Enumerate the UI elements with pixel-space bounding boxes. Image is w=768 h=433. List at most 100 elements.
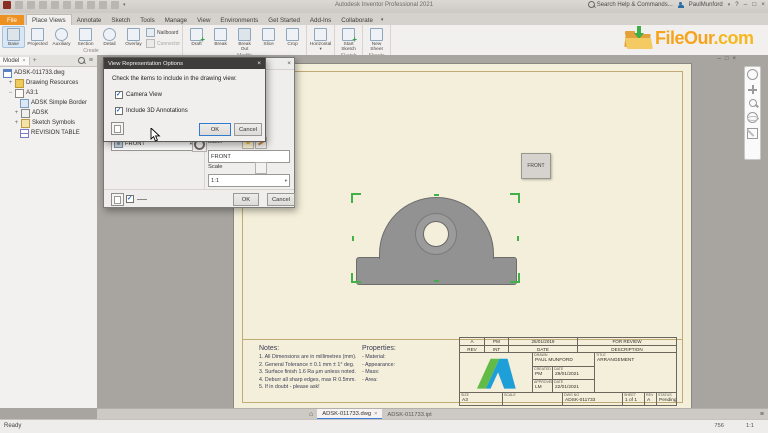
base-view-icon (7, 28, 20, 41)
tree-item-simple-border[interactable]: ADSK Simple Border (0, 98, 97, 108)
new-sheet-button[interactable]: New Sheet (365, 26, 388, 53)
tab-sketch[interactable]: Sketch (106, 15, 135, 25)
drawing-sheet[interactable]: FRONT Notes: 1. All Dimensions are in mi… (233, 63, 692, 410)
browser-tree: ADSK-011733.dwg +Drawing Resources −A3:1… (0, 68, 97, 138)
expander-icon[interactable]: + (14, 120, 19, 126)
base-view-button[interactable]: Base (2, 26, 25, 48)
auxiliary-view-button[interactable]: Auxiliary (50, 26, 73, 48)
scale-dropdown[interactable]: 1:1 ▾ (208, 174, 290, 187)
autodesk-logo (474, 356, 518, 390)
tree-item-sheet-a3[interactable]: −A3:1 (0, 88, 97, 98)
signed-in-user[interactable]: PaulMunford (689, 2, 723, 8)
doc-minimize-icon[interactable]: – (718, 56, 721, 62)
horizontal-dropdown-icon[interactable]: ▾ (319, 47, 321, 51)
label-input[interactable]: FRONT (208, 150, 290, 163)
dialog-close-icon[interactable]: × (257, 60, 265, 67)
minimize-button[interactable]: – (744, 1, 748, 8)
dwg-no-cell: DWG NOADSK-011733 (562, 392, 622, 405)
include-3d-annotations-checkbox[interactable]: ✓ Include 3D Annotations (115, 107, 188, 115)
tree-item-drawing-resources[interactable]: +Drawing Resources (0, 78, 97, 88)
dialog-help-button[interactable] (111, 122, 124, 135)
doc-tab-close-icon[interactable]: × (374, 411, 377, 417)
user-menu-chevron-icon[interactable]: ▾ (728, 2, 731, 8)
property-line: - Mass: (362, 369, 396, 377)
view-selection-box[interactable] (353, 195, 518, 281)
tree-item-sketch-symbols[interactable]: +Sketch Symbols (0, 118, 97, 128)
nailboard-button[interactable]: Nailboard (146, 28, 180, 37)
slice-button[interactable]: Slice (257, 26, 280, 48)
view-rep-dialog-titlebar[interactable]: View Representation Options × (104, 58, 265, 69)
nailboard-icon (146, 28, 155, 37)
approved-by-cell: APPROVEDLM (532, 379, 552, 392)
horizontal-button[interactable]: Horizontal▾ (309, 26, 332, 52)
doc-restore-icon[interactable]: □ (725, 56, 729, 62)
revision-table-icon (20, 129, 29, 138)
raster-view-checkbox[interactable]: ✓ (126, 195, 134, 203)
break-out-button[interactable]: Break Out (233, 26, 256, 53)
drawing-view-ok-button[interactable]: OK (233, 193, 259, 206)
scale-toggle-button[interactable] (255, 162, 267, 174)
drawing-view-cancel-button[interactable]: Cancel (267, 193, 295, 206)
ok-button[interactable]: OK (199, 123, 231, 136)
browser-search-icon[interactable] (78, 57, 85, 64)
tab-view[interactable]: View (192, 15, 215, 25)
tab-add-ins[interactable]: Add-Ins (305, 15, 336, 25)
close-button[interactable]: × (761, 1, 765, 8)
tree-item-drawing-file[interactable]: ADSK-011733.dwg (0, 68, 97, 78)
tab-annotate[interactable]: Annotate (72, 15, 107, 25)
ribbon-options-chevron-icon[interactable]: ▾ (378, 15, 387, 25)
title-bar: ▾ Autodesk Inventor Professional 2021 Se… (0, 0, 768, 14)
tree-item-adsk[interactable]: +ADSK (0, 108, 97, 118)
look-at-icon[interactable] (747, 128, 758, 139)
break-button[interactable]: Break (209, 26, 232, 48)
tab-get-started[interactable]: Get Started (263, 15, 305, 25)
dialog-title: View Representation Options (104, 61, 183, 67)
drawn-cell: DRAWNPAUL MUNFORD (532, 352, 594, 366)
projected-view-button[interactable]: Projected (26, 26, 49, 48)
drawing-view-help-button[interactable] (111, 193, 124, 206)
browser-tab-model[interactable]: Model× (0, 57, 30, 65)
browser-header: Model× + ≡ (0, 55, 97, 67)
expander-icon[interactable]: + (14, 110, 19, 116)
tab-environments[interactable]: Environments (215, 15, 263, 25)
expander-icon[interactable]: − (8, 90, 13, 96)
ribbon-group-label-create[interactable]: Create (2, 48, 180, 55)
dialog-message: Check the items to include in the drawin… (112, 76, 237, 82)
folder-icon (15, 79, 24, 88)
expander-icon[interactable]: + (8, 80, 13, 86)
overlay-view-button[interactable]: Overlay (122, 26, 145, 48)
help-menu[interactable]: ? (735, 2, 738, 8)
status-ready-text: Ready (4, 423, 21, 429)
orbit-icon[interactable] (747, 112, 758, 123)
navigation-wheel-icon[interactable] (747, 69, 758, 80)
dwg-file-icon (3, 69, 12, 78)
document-window-controls: – □ × (718, 56, 736, 62)
help-search[interactable]: Search Help & Commands... (588, 1, 673, 8)
tab-manage[interactable]: Manage (160, 15, 192, 25)
tab-collaborate[interactable]: Collaborate (336, 15, 378, 25)
pan-icon[interactable] (748, 85, 757, 94)
maximize-button[interactable]: □ (752, 1, 756, 8)
start-sketch-button[interactable]: Start Sketch (337, 26, 360, 53)
browser-tab-close-icon[interactable]: × (22, 58, 25, 64)
zoom-icon[interactable] (749, 99, 757, 107)
crop-button[interactable]: Crop (281, 26, 304, 48)
created-by-cell: CREATEDPM (532, 366, 552, 379)
tab-tools[interactable]: Tools (135, 15, 159, 25)
tab-file[interactable]: File (0, 15, 24, 25)
cancel-button[interactable]: Cancel (234, 123, 262, 136)
browser-add-tab-icon[interactable]: + (30, 57, 40, 64)
properties-block: Properties: - Material: - Appearance: - … (362, 345, 396, 384)
status-bar: Ready 756 1:1 (0, 419, 768, 433)
ribbon-group-create: Base Projected Auxiliary Section Detail … (0, 25, 183, 55)
section-view-button[interactable]: Section (74, 26, 97, 48)
camera-view-checkbox[interactable]: ✓ Camera View (115, 91, 162, 99)
tab-place-views[interactable]: Place Views (26, 14, 72, 25)
draft-button[interactable]: Draft (185, 26, 208, 48)
detail-view-button[interactable]: Detail (98, 26, 121, 48)
doc-close-icon[interactable]: × (732, 56, 736, 62)
browser-menu-icon[interactable]: ≡ (89, 57, 93, 64)
drawing-view-close-icon[interactable]: × (287, 60, 291, 67)
view-label-tag[interactable]: FRONT (521, 153, 551, 179)
tree-item-revision-table[interactable]: REVISION TABLE (0, 128, 97, 138)
